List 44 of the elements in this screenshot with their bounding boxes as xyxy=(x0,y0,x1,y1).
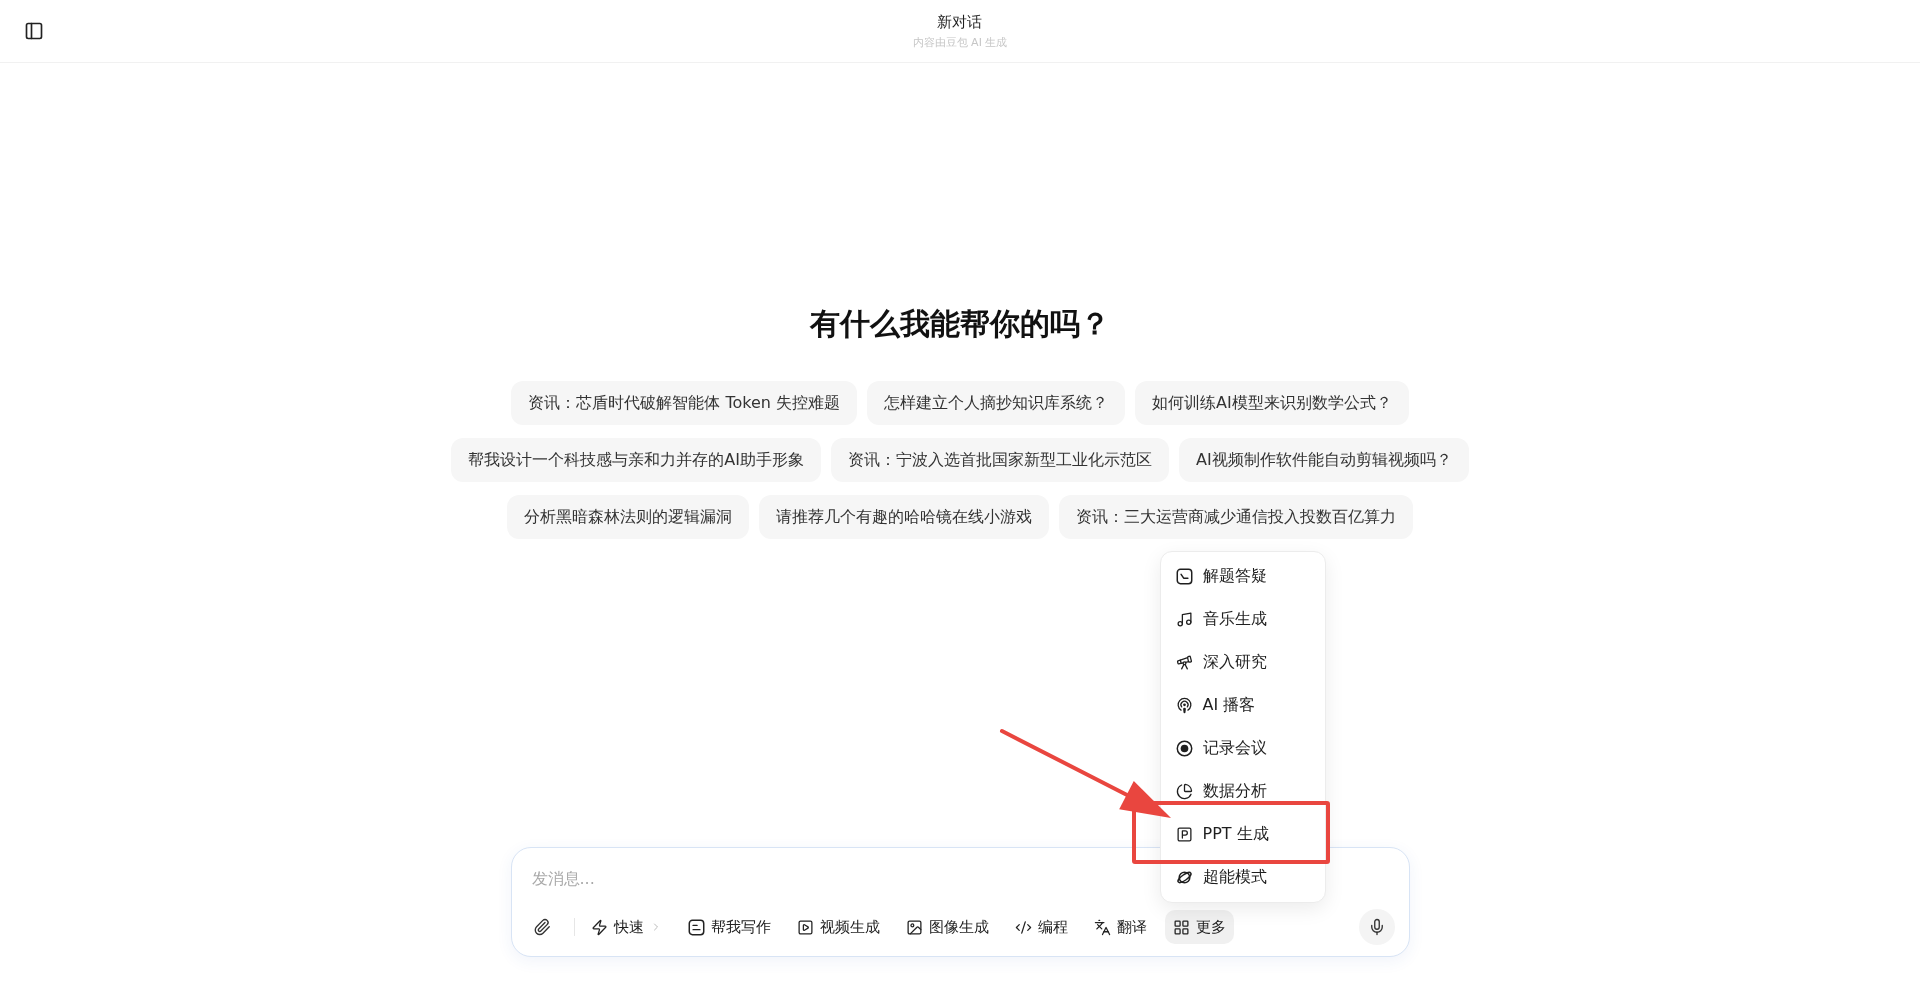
tool-button[interactable]: 翻译 xyxy=(1085,910,1155,944)
sidebar-icon xyxy=(24,21,44,41)
check-square-icon xyxy=(1175,568,1193,585)
chat-title: 新对话 xyxy=(937,12,983,32)
translate-icon xyxy=(1093,918,1111,936)
suggestion-chip[interactable]: 资讯：宁波入选首批国家新型工业化示范区 xyxy=(831,438,1169,482)
menu-item[interactable]: PPT 生成 xyxy=(1160,813,1325,856)
tool-button[interactable]: 更多 xyxy=(1164,910,1234,944)
menu-item[interactable]: 记录会议 xyxy=(1160,727,1325,770)
image-icon xyxy=(905,918,923,936)
suggestion-chip[interactable]: 怎样建立个人摘抄知识库系统？ xyxy=(867,381,1125,425)
music-note-icon xyxy=(1175,611,1193,628)
play-square-icon xyxy=(796,918,814,936)
code-icon xyxy=(1014,918,1032,936)
lightning-icon xyxy=(590,918,608,936)
menu-item[interactable]: 音乐生成 xyxy=(1160,598,1325,641)
record-icon xyxy=(1175,740,1193,757)
p-square-icon xyxy=(1175,826,1193,843)
menu-item[interactable]: 解题答疑 xyxy=(1160,555,1325,598)
welcome-heading: 有什么我能帮你的吗？ xyxy=(810,305,1110,343)
grid-icon xyxy=(1172,918,1190,936)
paperclip-icon xyxy=(532,918,551,936)
tool-button[interactable]: 视频生成 xyxy=(788,910,888,944)
suggestion-chip[interactable]: 请推荐几个有趣的哈哈镜在线小游戏 xyxy=(759,495,1049,539)
tool-button[interactable]: 图像生成 xyxy=(897,910,997,944)
telescope-icon xyxy=(1175,654,1193,671)
menu-item[interactable]: 超能模式 xyxy=(1160,856,1325,899)
tool-button[interactable]: 帮我写作 xyxy=(679,910,779,944)
suggestion-chip[interactable]: AI视频制作软件能自动剪辑视频吗？ xyxy=(1179,438,1469,482)
menu-item[interactable]: AI 播客 xyxy=(1160,684,1325,727)
suggestion-chip[interactable]: 资讯：芯盾时代破解智能体 Token 失控难题 xyxy=(511,381,857,425)
suggestion-chip[interactable]: 分析黑暗森林法则的逻辑漏洞 xyxy=(507,495,749,539)
menu-item[interactable]: 深入研究 xyxy=(1160,641,1325,684)
suggestion-chip[interactable]: 资讯：三大运营商减少通信投入投数百亿算力 xyxy=(1059,495,1413,539)
suggestion-chip[interactable]: 帮我设计一个科技感与亲和力并存的AI助手形象 xyxy=(451,438,821,482)
tool-button[interactable]: 快速 xyxy=(582,910,670,944)
pie-chart-icon xyxy=(1175,783,1193,800)
suggestion-chip[interactable]: 如何训练AI模型来识别数学公式？ xyxy=(1135,381,1409,425)
tool-button[interactable]: 编程 xyxy=(1006,910,1076,944)
microphone-button[interactable] xyxy=(1358,909,1395,945)
podcast-icon xyxy=(1175,697,1193,714)
note-icon xyxy=(687,918,705,936)
menu-item[interactable]: 数据分析 xyxy=(1160,770,1325,813)
planet-icon xyxy=(1175,869,1193,886)
